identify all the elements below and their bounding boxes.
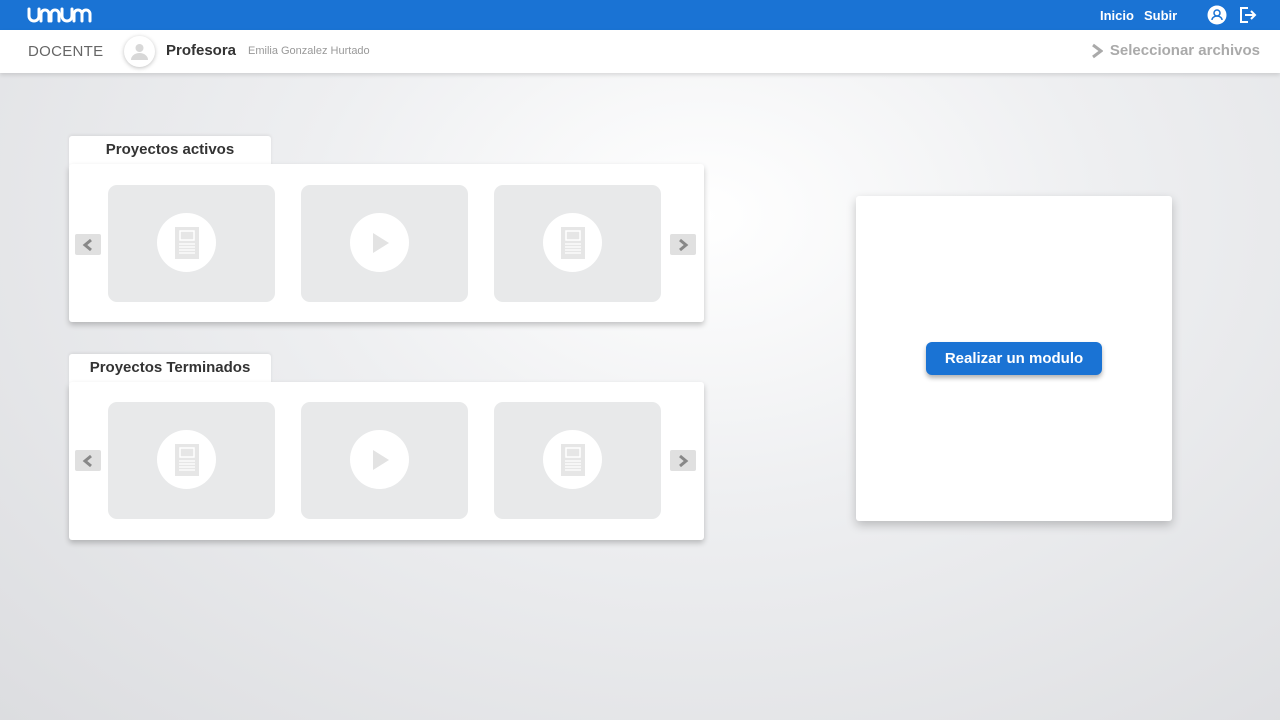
avatar[interactable] — [124, 36, 155, 67]
project-card[interactable] — [494, 185, 661, 302]
user-circle-icon[interactable] — [1207, 5, 1227, 25]
chevron-left-icon — [82, 454, 92, 467]
logo[interactable] — [26, 6, 94, 24]
chevron-right-icon — [679, 454, 689, 467]
project-card[interactable] — [494, 402, 661, 519]
document-icon — [157, 213, 216, 272]
play-icon — [350, 213, 409, 272]
finished-projects-panel — [69, 382, 704, 540]
prev-arrow-button[interactable] — [75, 234, 101, 255]
finished-projects-tab: Proyectos Terminados — [69, 354, 271, 384]
document-icon — [157, 430, 216, 489]
chevron-left-icon — [82, 238, 92, 251]
active-projects-tab: Proyectos activos — [69, 136, 271, 166]
chevron-right-icon — [1092, 43, 1103, 58]
project-card[interactable] — [301, 402, 468, 519]
person-icon — [131, 44, 148, 60]
profile-name: Emilia Gonzalez Hurtado — [248, 45, 370, 57]
chevron-right-icon — [679, 238, 689, 251]
document-icon — [543, 213, 602, 272]
top-bar: Inicio Subir — [0, 0, 1280, 30]
play-icon — [350, 430, 409, 489]
select-files-link[interactable]: Seleccionar archivos — [1091, 42, 1260, 59]
project-card[interactable] — [108, 185, 275, 302]
profile-title: Profesora — [166, 42, 237, 59]
select-files-label: Seleccionar archivos — [1109, 42, 1260, 59]
role-label: DOCENTE — [28, 43, 104, 60]
next-arrow-button[interactable] — [670, 234, 696, 255]
logout-icon[interactable] — [1238, 5, 1258, 25]
document-icon — [543, 430, 602, 489]
prev-arrow-button[interactable] — [75, 450, 101, 471]
sub-header: DOCENTE Profesora Emilia Gonzalez Hurtad… — [0, 30, 1280, 73]
nav-inicio-link[interactable]: Inicio — [1100, 8, 1134, 23]
project-card[interactable] — [108, 402, 275, 519]
project-card[interactable] — [301, 185, 468, 302]
next-arrow-button[interactable] — [670, 450, 696, 471]
nav-subir-link[interactable]: Subir — [1144, 8, 1177, 23]
module-panel: Realizar un modulo — [856, 196, 1172, 521]
active-projects-panel — [69, 164, 704, 322]
realizar-modulo-button[interactable]: Realizar un modulo — [926, 342, 1102, 375]
